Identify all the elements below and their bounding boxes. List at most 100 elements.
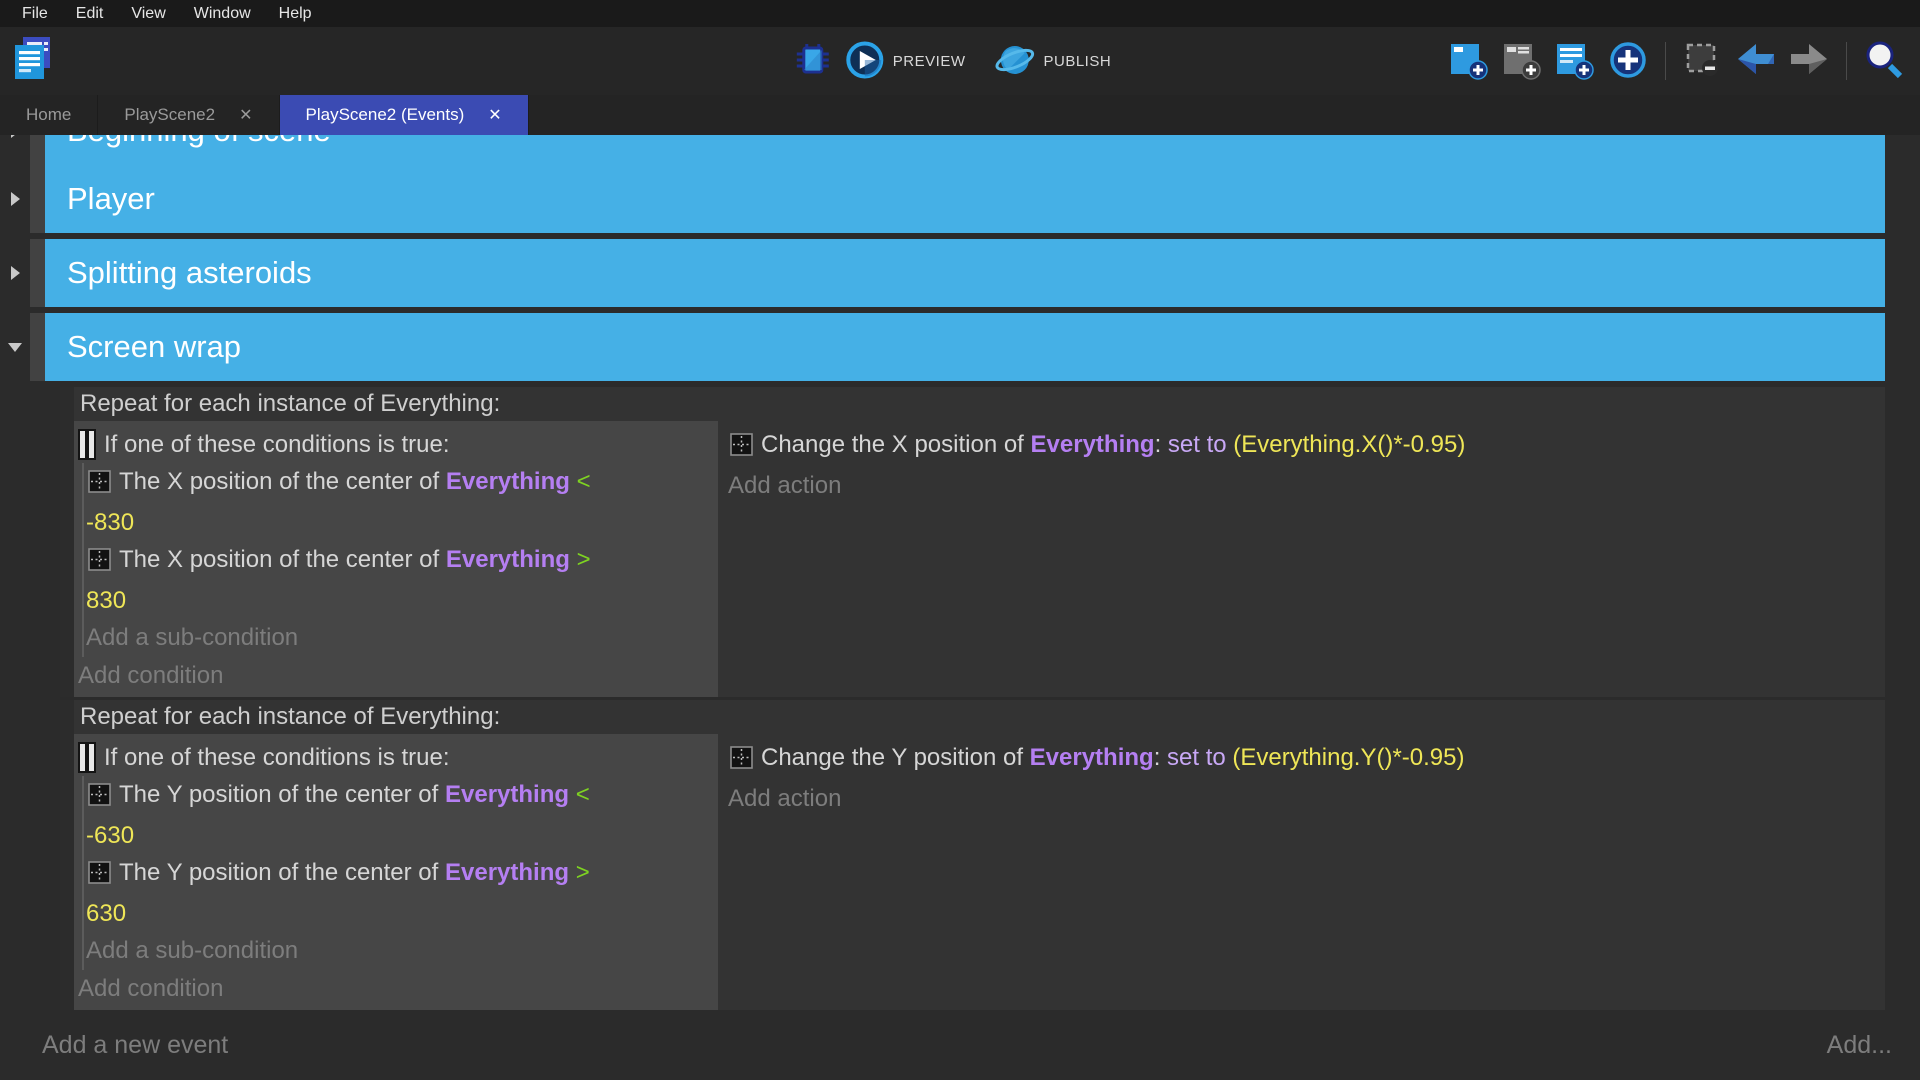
position-icon	[88, 545, 111, 582]
chevron-right-icon	[11, 266, 20, 280]
remove-selection-icon	[1682, 39, 1724, 84]
add-subevent-icon	[1554, 39, 1596, 84]
menu-edit[interactable]: Edit	[64, 3, 116, 25]
publish-planet-icon	[993, 40, 1035, 83]
debug-icon	[793, 40, 833, 83]
tab-bar: Home PlayScene2 ✕ PlayScene2 (Events) ✕	[0, 95, 1920, 135]
action-change-y[interactable]: Change the Y position of Everything: set…	[728, 739, 1885, 780]
action-change-x[interactable]: Change the X position of Everything: set…	[728, 426, 1885, 467]
group-header-splitting-asteroids[interactable]: Splitting asteroids	[45, 239, 1885, 307]
event-group-row: Screen wrap	[0, 313, 1920, 381]
sub-conditions: The Y position of the center of Everythi…	[82, 776, 718, 970]
project-manager-icon	[11, 35, 55, 88]
menu-view[interactable]: View	[119, 3, 177, 25]
menu-file[interactable]: File	[10, 3, 60, 25]
undo-icon	[1734, 40, 1778, 83]
event-body: Repeat for each instance of Everything: …	[74, 387, 1885, 697]
menu-help[interactable]: Help	[267, 3, 324, 25]
condition-text: The Y position of the center of Everythi…	[86, 781, 590, 849]
add-sub-condition-link[interactable]: Add a sub-condition	[86, 932, 718, 970]
group-title: Splitting asteroids	[67, 255, 312, 291]
add-action-link[interactable]: Add action	[728, 467, 1885, 505]
preview-button[interactable]: PREVIEW	[845, 40, 984, 83]
condition-text: The Y position of the center of Everythi…	[86, 859, 590, 927]
collapse-arrow[interactable]	[0, 239, 30, 307]
remove-selection-button[interactable]	[1681, 39, 1725, 83]
redo-icon	[1787, 40, 1831, 83]
tab-home[interactable]: Home	[0, 95, 98, 135]
repeat-event-header[interactable]: Repeat for each instance of Everything:	[74, 700, 1885, 734]
menu-window[interactable]: Window	[182, 3, 263, 25]
add-subevent-button[interactable]	[1553, 39, 1597, 83]
group-drag-handle[interactable]	[30, 165, 45, 233]
sub-conditions: The X position of the center of Everythi…	[82, 463, 718, 657]
tab-label: Home	[26, 105, 71, 125]
collapse-arrow[interactable]	[0, 135, 30, 165]
debug-button[interactable]	[791, 39, 835, 83]
or-condition-header[interactable]: If one of these conditions is true:	[78, 739, 718, 776]
toolbar-separator	[1846, 42, 1847, 80]
add-condition-link[interactable]: Add condition	[78, 657, 718, 695]
condition-y-greater[interactable]: The Y position of the center of Everythi…	[86, 854, 718, 932]
or-condition-title: If one of these conditions is true:	[104, 739, 450, 776]
add-new-event-link[interactable]: Add a new event	[42, 1026, 228, 1064]
group-drag-handle[interactable]	[30, 313, 45, 381]
position-icon	[88, 467, 111, 504]
add-circle-button[interactable]	[1606, 39, 1650, 83]
add-event-icon	[1448, 39, 1490, 84]
or-condition-title: If one of these conditions is true:	[104, 426, 450, 463]
position-icon	[88, 858, 111, 895]
or-icon	[80, 744, 94, 771]
undo-button[interactable]	[1734, 39, 1778, 83]
condition-x-less[interactable]: The X position of the center of Everythi…	[86, 463, 718, 541]
group-header-beginning-of-scene[interactable]: Beginning of scene	[45, 135, 1885, 165]
close-icon[interactable]: ✕	[488, 105, 501, 125]
group-title: Player	[67, 181, 155, 217]
tab-playscene2[interactable]: PlayScene2 ✕	[98, 95, 279, 135]
add-comment-button[interactable]	[1500, 39, 1544, 83]
close-icon[interactable]: ✕	[239, 105, 252, 125]
add-event-button[interactable]	[1447, 39, 1491, 83]
project-manager-button[interactable]	[10, 35, 56, 87]
position-icon	[88, 780, 111, 817]
add-sub-condition-link[interactable]: Add a sub-condition	[86, 619, 718, 657]
preview-label: PREVIEW	[893, 53, 966, 70]
collapse-arrow[interactable]	[0, 165, 30, 233]
conditions-panel: If one of these conditions is true: The …	[74, 734, 718, 1010]
event-drag-handle[interactable]	[60, 700, 74, 1010]
action-text: Change the Y position of Everything: set…	[761, 744, 1464, 771]
group-drag-handle[interactable]	[30, 239, 45, 307]
toolbar: PREVIEW PUBLISH	[0, 27, 1920, 95]
group-children: Repeat for each instance of Everything: …	[60, 387, 1885, 1010]
condition-text: The X position of the center of Everythi…	[86, 546, 591, 614]
group-title: Beginning of scene	[67, 135, 331, 149]
toolbar-separator	[1665, 42, 1666, 80]
event-body: Repeat for each instance of Everything: …	[74, 700, 1885, 1010]
conditions-panel: If one of these conditions is true: The …	[74, 421, 718, 697]
actions-panel: Change the X position of Everything: set…	[718, 421, 1885, 697]
tab-playscene2-events[interactable]: PlayScene2 (Events) ✕	[280, 95, 529, 135]
repeat-event: Repeat for each instance of Everything: …	[60, 700, 1885, 1010]
condition-text: The X position of the center of Everythi…	[86, 468, 591, 536]
publish-button[interactable]: PUBLISH	[993, 40, 1129, 83]
group-header-player[interactable]: Player	[45, 165, 1885, 233]
condition-x-greater[interactable]: The X position of the center of Everythi…	[86, 541, 718, 619]
add-comment-icon	[1501, 39, 1543, 84]
or-icon	[80, 431, 94, 458]
condition-y-less[interactable]: The Y position of the center of Everythi…	[86, 776, 718, 854]
or-condition-header[interactable]: If one of these conditions is true:	[78, 426, 718, 463]
event-drag-handle[interactable]	[60, 387, 74, 697]
add-condition-link[interactable]: Add condition	[78, 970, 718, 1008]
menu-bar: File Edit View Window Help	[0, 0, 1920, 27]
add-action-link[interactable]: Add action	[728, 780, 1885, 818]
redo-button[interactable]	[1787, 39, 1831, 83]
event-group-row: Player	[0, 165, 1920, 233]
group-clip: Beginning of scene	[0, 135, 1920, 165]
search-button[interactable]	[1862, 39, 1906, 83]
sheet-footer: Add a new event Add...	[0, 1026, 1920, 1064]
add-more-link[interactable]: Add...	[1827, 1026, 1892, 1064]
group-header-screen-wrap[interactable]: Screen wrap	[45, 313, 1885, 381]
repeat-event-header[interactable]: Repeat for each instance of Everything:	[74, 387, 1885, 421]
collapse-arrow[interactable]	[0, 313, 30, 381]
group-drag-handle[interactable]	[30, 135, 45, 165]
